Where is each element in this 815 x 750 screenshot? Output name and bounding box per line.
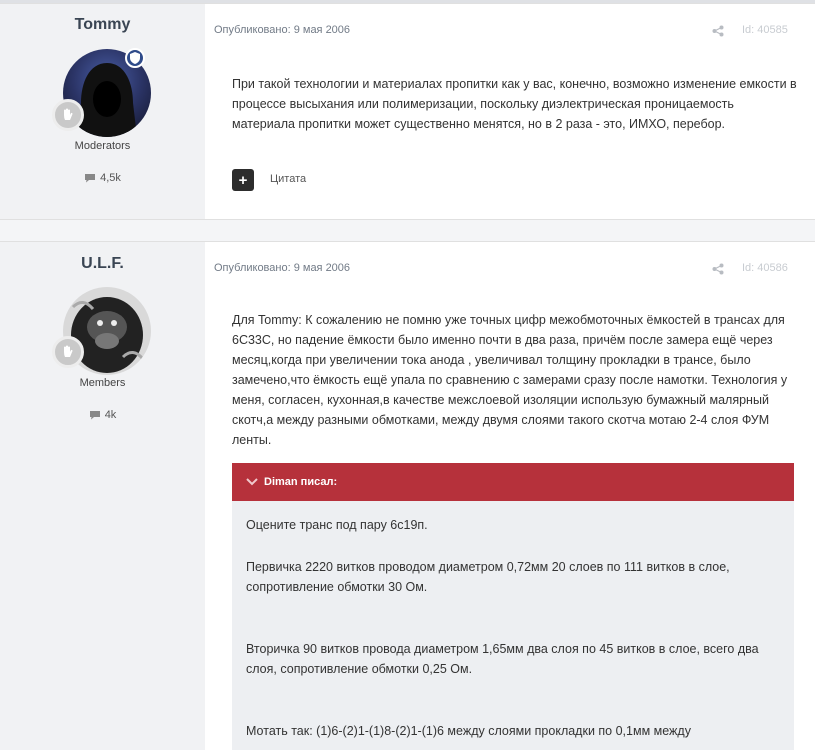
author-name[interactable]: Tommy — [0, 16, 205, 34]
quote-author: Diman писал: — [264, 476, 338, 488]
quote-line: Оцените транс под пару 6с19п. — [246, 518, 428, 532]
comment-icon — [85, 174, 96, 183]
reaction-button[interactable]: + — [232, 169, 254, 191]
rank-badge — [52, 99, 84, 131]
hand-icon — [64, 108, 73, 120]
forum-post: U.L.F. Members 4k Опубликовано: 9 мая 20… — [0, 241, 815, 750]
quote-line: Первичка 2220 витков проводом диаметром … — [246, 560, 730, 594]
post-body: Для Tommy: К сожалению не помню уже точн… — [232, 313, 788, 447]
post-id[interactable]: Id: 40585 — [742, 24, 788, 36]
post-count-value: 4,5k — [100, 172, 121, 184]
shield-icon — [125, 48, 145, 68]
post-count: 4,5k — [0, 172, 205, 184]
comment-icon — [89, 411, 100, 420]
quote-button[interactable]: Цитата — [270, 173, 306, 185]
author-name[interactable]: U.L.F. — [0, 255, 205, 273]
quote-line: Вторичка 90 витков провода диаметром 1,6… — [246, 642, 759, 676]
post-count-value: 4k — [104, 409, 117, 421]
user-group: Members — [79, 377, 126, 389]
quote-header[interactable]: Diman писал: — [232, 463, 794, 501]
author-panel: U.L.F. Members 4k — [0, 242, 205, 750]
chevron-down-icon — [246, 478, 258, 486]
user-group: Moderators — [74, 140, 131, 152]
rank-badge — [52, 336, 84, 368]
post-count: 4k — [0, 409, 205, 421]
hand-icon — [64, 345, 73, 357]
quote-block: Diman писал: Оцените транс под пару 6с19… — [232, 463, 794, 750]
post-id[interactable]: Id: 40586 — [742, 262, 788, 274]
author-panel: Tommy Moderators 4,5k — [0, 4, 205, 219]
published-date[interactable]: Опубликовано: 9 мая 2006 — [214, 262, 350, 274]
quote-body: Оцените транс под пару 6с19п. Первичка 2… — [232, 501, 794, 750]
share-icon[interactable] — [712, 262, 724, 280]
post-body: При такой технологии и материалах пропит… — [232, 77, 797, 131]
share-icon[interactable] — [712, 24, 724, 42]
published-date[interactable]: Опубликовано: 9 мая 2006 — [214, 24, 350, 36]
quote-line: Мотать так: (1)6-(2)1-(1)8-(2)1-(1)6 меж… — [246, 724, 691, 738]
forum-post: Tommy Moderators 4,5k Опубликовано: 9 ма… — [0, 3, 815, 220]
